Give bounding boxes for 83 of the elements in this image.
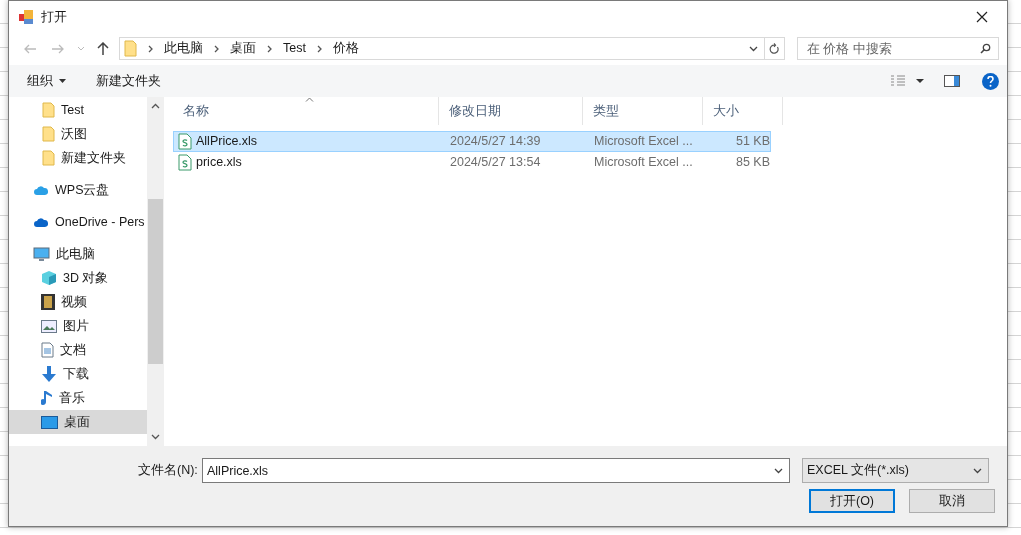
chevron-down-icon	[77, 46, 85, 51]
chevron-down-icon	[774, 468, 783, 474]
new-folder-button[interactable]: 新建文件夹	[96, 71, 161, 91]
nav-item[interactable]: Test	[9, 98, 147, 122]
monitor-icon	[33, 246, 50, 262]
left-arrow-icon	[23, 43, 37, 54]
cloud-icon	[33, 216, 49, 228]
column-header[interactable]: 名称	[173, 97, 439, 125]
file-type: Microsoft Excel ...	[593, 133, 694, 151]
refresh-icon	[769, 42, 780, 55]
scroll-thumb[interactable]	[147, 199, 163, 364]
file-type: Microsoft Excel ...	[593, 154, 694, 172]
modified-date: 2024/5/27 14:39	[449, 133, 542, 151]
chevron-right-icon	[267, 44, 272, 53]
film-icon	[41, 294, 55, 310]
nav-item[interactable]: 新建文件夹	[9, 146, 147, 170]
nav-item[interactable]: 下载	[9, 362, 147, 386]
nav-item[interactable]: 音乐	[9, 386, 147, 410]
filename-field[interactable]: AllPrice.xls	[202, 458, 790, 483]
picture-icon	[41, 319, 57, 333]
nav-item[interactable]: 文档	[9, 338, 147, 362]
desktop-icon	[41, 415, 58, 429]
address-bar[interactable]: 此电脑 桌面 Test 价格	[119, 37, 785, 60]
folder-icon	[42, 126, 55, 142]
right-arrow-icon	[51, 43, 65, 54]
chevron-down-icon	[973, 467, 982, 474]
nav-item[interactable]: WPS云盘	[9, 178, 147, 202]
file-row[interactable]: price.xls 2024/5/27 13:54 Microsoft Excel ... 85 KB	[173, 152, 771, 173]
app-icon	[19, 9, 33, 24]
preview-pane-button[interactable]	[944, 74, 962, 88]
chevron-right-icon	[316, 44, 322, 53]
file-name: price.xls	[196, 154, 242, 172]
search-icon	[980, 43, 991, 54]
spreadsheet-file-icon	[178, 154, 192, 171]
breadcrumb[interactable]: Test	[283, 39, 306, 58]
music-note-icon	[41, 389, 53, 407]
down-arrow-icon	[41, 366, 57, 382]
document-icon	[41, 342, 54, 358]
caret-icon	[916, 79, 924, 83]
chevron-right-icon	[148, 44, 153, 53]
spreadsheet-file-icon	[178, 133, 192, 150]
help-icon	[987, 75, 994, 87]
cloud-icon	[33, 184, 49, 196]
chevron-right-icon	[214, 44, 219, 53]
list-view-icon	[890, 75, 906, 87]
column-header[interactable]: 修改日期	[439, 97, 583, 125]
nav-item[interactable]: 图片	[9, 314, 147, 338]
panel-icon	[944, 75, 960, 87]
breadcrumb[interactable]: 价格	[332, 39, 359, 58]
nav-item[interactable]: 视频	[9, 290, 147, 314]
file-size: 51 KB	[734, 133, 770, 151]
help-button[interactable]	[982, 72, 999, 90]
nav-item[interactable]: OneDrive - Pers	[9, 210, 147, 234]
search-field[interactable]: 在 价格 中搜索	[797, 37, 999, 60]
column-header[interactable]: 大小	[703, 97, 783, 125]
cube-icon	[41, 270, 57, 286]
breadcrumb[interactable]: 桌面	[230, 39, 256, 58]
folder-icon	[124, 40, 137, 57]
chevron-down-icon	[150, 434, 160, 440]
open-button[interactable]: 打开(O)	[809, 489, 895, 513]
close-icon	[976, 10, 988, 23]
window-title: 打开	[41, 7, 67, 26]
modified-date: 2024/5/27 13:54	[449, 154, 542, 172]
nav-item[interactable]: 3D 对象	[9, 266, 147, 290]
column-header[interactable]: 类型	[583, 97, 703, 125]
nav-item[interactable]: 沃图	[9, 122, 147, 146]
up-arrow-icon	[97, 41, 109, 56]
file-name: AllPrice.xls	[196, 133, 258, 151]
scrollbar[interactable]	[147, 97, 163, 446]
filename-label: 文件名(N):	[138, 462, 196, 480]
caret-icon	[59, 79, 66, 83]
folder-icon	[42, 150, 55, 166]
cancel-button[interactable]: 取消	[909, 489, 995, 513]
organize-button[interactable]: 组织	[25, 71, 68, 91]
file-row[interactable]: AllPrice.xls 2024/5/27 14:39 Microsoft Excel ... 51 KB	[173, 131, 771, 152]
nav-item[interactable]: 桌面	[9, 410, 147, 434]
nav-item[interactable]: 此电脑	[9, 242, 147, 266]
file-size: 85 KB	[734, 154, 770, 172]
breadcrumb[interactable]: 此电脑	[164, 39, 203, 58]
file-type-dropdown[interactable]: EXCEL 文件(*.xls)	[802, 458, 989, 483]
chevron-up-icon	[150, 103, 160, 109]
chevron-down-icon	[748, 45, 758, 52]
folder-icon	[42, 102, 55, 118]
